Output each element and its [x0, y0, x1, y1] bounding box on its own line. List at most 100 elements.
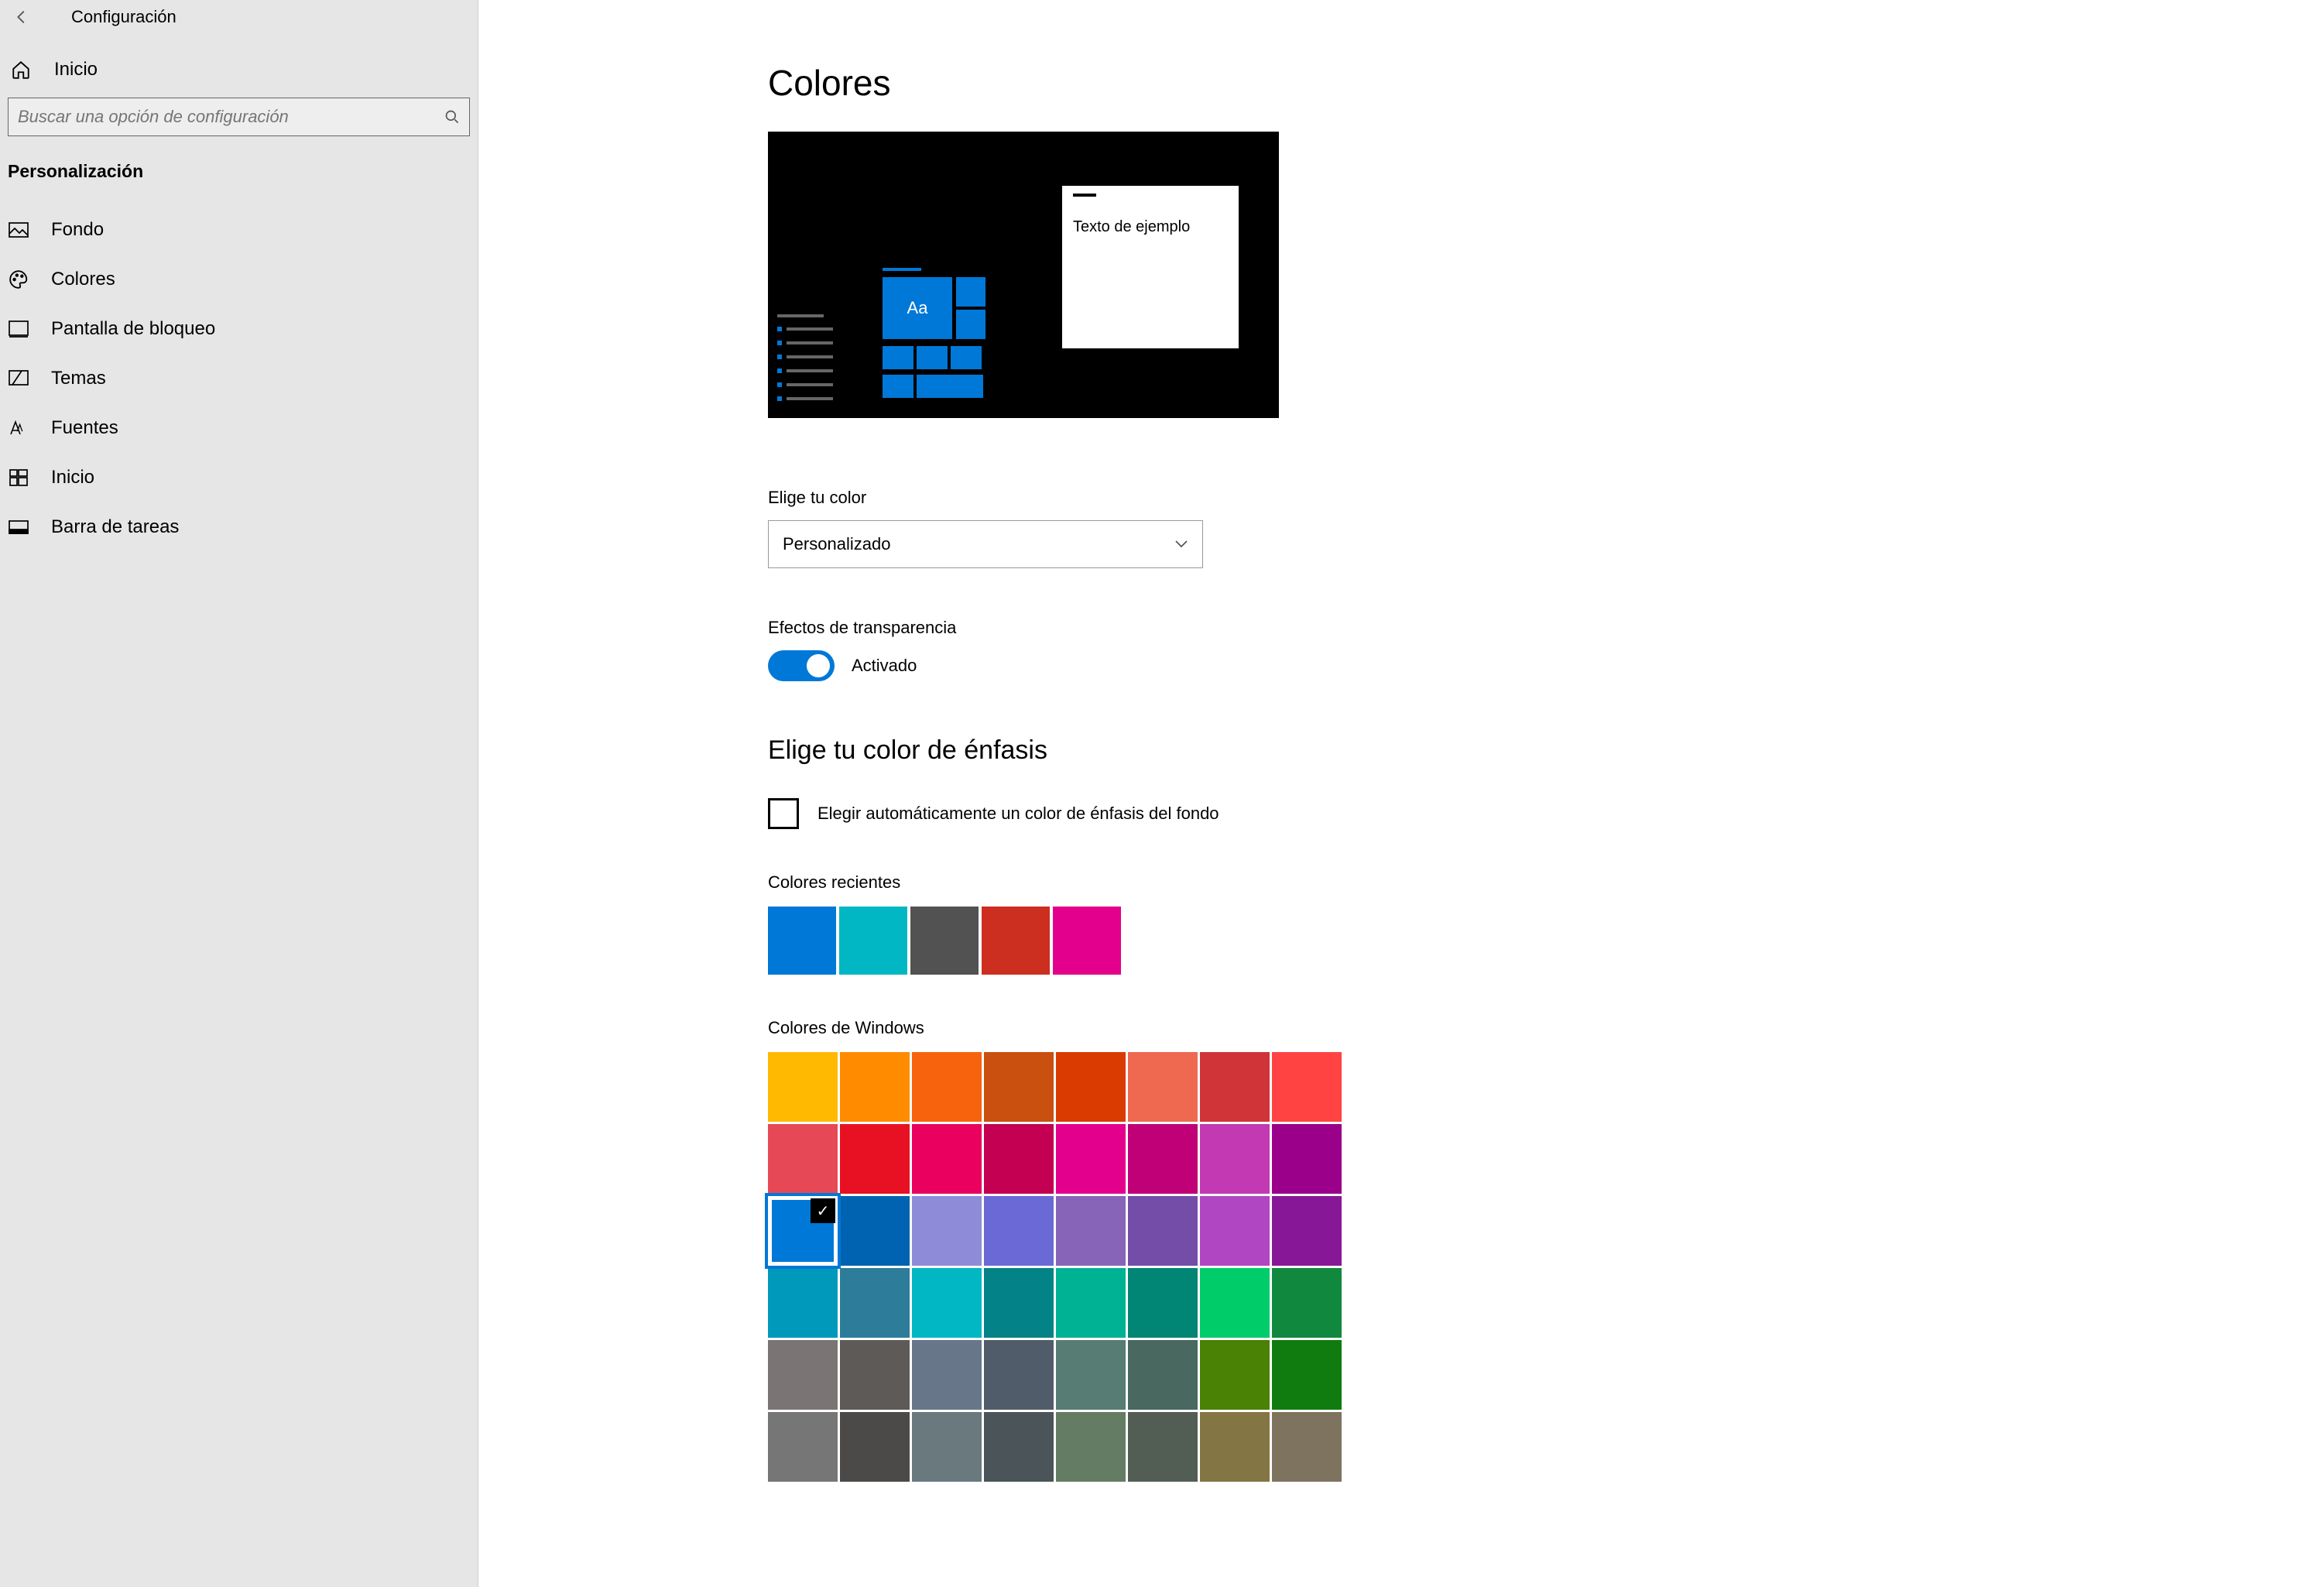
preview-sample-text: Texto de ejemplo	[1062, 197, 1239, 236]
windows-color-swatch[interactable]	[1128, 1268, 1198, 1338]
windows-color-swatch[interactable]	[1128, 1196, 1198, 1266]
windows-color-swatch[interactable]	[912, 1340, 982, 1410]
fonts-icon	[8, 417, 29, 439]
sidebar-item-fuentes[interactable]: Fuentes	[0, 403, 478, 453]
windows-color-swatch[interactable]	[840, 1124, 910, 1194]
windows-color-swatch[interactable]	[1056, 1412, 1126, 1482]
windows-color-swatch[interactable]	[984, 1412, 1054, 1482]
picture-icon	[8, 219, 29, 241]
home-label: Inicio	[54, 59, 98, 81]
palette-icon	[8, 269, 29, 290]
windows-color-swatch[interactable]	[1200, 1340, 1270, 1410]
windows-color-swatch[interactable]	[912, 1268, 982, 1338]
windows-color-swatch[interactable]	[1200, 1412, 1270, 1482]
main-content: Colores Aa Texto de ejemplo	[478, 0, 2324, 1587]
windows-color-swatch[interactable]	[984, 1052, 1054, 1122]
recent-color-swatch[interactable]	[982, 907, 1050, 975]
search-input[interactable]	[18, 107, 444, 127]
sidebar-item-label: Temas	[51, 368, 106, 389]
windows-color-swatch[interactable]	[1056, 1052, 1126, 1122]
sidebar-item-label: Pantalla de bloqueo	[51, 318, 215, 340]
recent-colors-row	[768, 907, 2324, 975]
windows-color-swatch[interactable]	[840, 1412, 910, 1482]
windows-color-swatch[interactable]	[1128, 1412, 1198, 1482]
choose-color-label: Elige tu color	[768, 488, 2324, 508]
windows-color-swatch[interactable]	[1272, 1268, 1342, 1338]
windows-color-swatch[interactable]	[984, 1124, 1054, 1194]
transparency-toggle[interactable]	[768, 650, 835, 681]
recent-color-swatch[interactable]	[910, 907, 979, 975]
search-input-container[interactable]	[8, 98, 470, 136]
transparency-label: Efectos de transparencia	[768, 618, 2324, 638]
windows-colors-label: Colores de Windows	[768, 1018, 2324, 1038]
windows-color-swatch[interactable]	[912, 1052, 982, 1122]
windows-color-swatch[interactable]	[912, 1196, 982, 1266]
lockscreen-icon	[8, 318, 29, 340]
windows-color-swatch[interactable]	[1056, 1196, 1126, 1266]
windows-color-swatch[interactable]	[984, 1268, 1054, 1338]
home-icon	[11, 60, 31, 80]
windows-color-swatch[interactable]	[1200, 1196, 1270, 1266]
accent-heading: Elige tu color de énfasis	[768, 735, 2324, 766]
sidebar-item-temas[interactable]: Temas	[0, 354, 478, 403]
windows-color-swatch[interactable]	[1128, 1052, 1198, 1122]
windows-color-swatch[interactable]	[768, 1268, 838, 1338]
windows-color-swatch[interactable]	[1128, 1340, 1198, 1410]
sidebar-item-pantalla-bloqueo[interactable]: Pantalla de bloqueo	[0, 304, 478, 354]
windows-color-swatch[interactable]	[912, 1412, 982, 1482]
windows-color-swatch[interactable]	[840, 1268, 910, 1338]
windows-color-swatch[interactable]	[1056, 1124, 1126, 1194]
windows-color-swatch[interactable]	[1128, 1124, 1198, 1194]
auto-accent-checkbox[interactable]	[768, 798, 799, 829]
page-title: Colores	[768, 62, 2324, 104]
sidebar-item-label: Fuentes	[51, 417, 118, 439]
windows-color-swatch[interactable]	[840, 1340, 910, 1410]
windows-color-swatch[interactable]	[1056, 1268, 1126, 1338]
recent-colors-label: Colores recientes	[768, 872, 2324, 893]
windows-color-swatch[interactable]	[768, 1340, 838, 1410]
windows-color-swatch[interactable]	[840, 1052, 910, 1122]
sidebar-item-fondo[interactable]: Fondo	[0, 205, 478, 255]
windows-color-swatch[interactable]	[768, 1412, 838, 1482]
windows-color-swatch[interactable]	[768, 1052, 838, 1122]
windows-color-swatch[interactable]	[1272, 1412, 1342, 1482]
windows-color-swatch[interactable]	[984, 1340, 1054, 1410]
sidebar-item-inicio[interactable]: Inicio	[0, 453, 478, 502]
check-icon: ✓	[811, 1198, 835, 1223]
back-icon[interactable]	[11, 6, 33, 28]
search-icon	[444, 109, 460, 125]
sidebar-item-barra-tareas[interactable]: Barra de tareas	[0, 502, 478, 552]
taskbar-icon	[8, 516, 29, 538]
preview-tile-text: Aa	[883, 277, 952, 339]
windows-color-swatch[interactable]	[840, 1196, 910, 1266]
windows-color-swatch[interactable]	[1272, 1196, 1342, 1266]
home-link[interactable]: Inicio	[0, 42, 478, 98]
windows-color-swatch[interactable]	[768, 1124, 838, 1194]
sidebar-item-label: Colores	[51, 269, 115, 290]
section-title: Personalización	[0, 156, 478, 205]
windows-color-swatch[interactable]: ✓	[768, 1196, 838, 1266]
color-mode-dropdown[interactable]: Personalizado	[768, 520, 1203, 568]
recent-color-swatch[interactable]	[839, 907, 907, 975]
sidebar-item-label: Fondo	[51, 219, 104, 241]
start-icon	[8, 467, 29, 488]
dropdown-value: Personalizado	[783, 534, 890, 554]
windows-color-swatch[interactable]	[912, 1124, 982, 1194]
recent-color-swatch[interactable]	[1053, 907, 1121, 975]
windows-color-swatch[interactable]	[984, 1196, 1054, 1266]
auto-accent-label: Elegir automáticamente un color de énfas…	[818, 804, 1219, 824]
recent-color-swatch[interactable]	[768, 907, 836, 975]
windows-color-swatch[interactable]	[1272, 1340, 1342, 1410]
toggle-state-label: Activado	[852, 656, 917, 676]
windows-color-swatch[interactable]	[1200, 1124, 1270, 1194]
windows-color-swatch[interactable]	[1272, 1124, 1342, 1194]
sidebar: Configuración Inicio Personalización Fon…	[0, 0, 478, 1587]
windows-color-swatch[interactable]	[1200, 1052, 1270, 1122]
windows-color-swatch[interactable]	[1056, 1340, 1126, 1410]
windows-color-swatch[interactable]	[1200, 1268, 1270, 1338]
windows-color-swatch[interactable]	[1272, 1052, 1342, 1122]
header-title: Configuración	[71, 7, 177, 27]
color-preview: Aa Texto de ejemplo	[768, 132, 1279, 418]
sidebar-item-label: Inicio	[51, 467, 94, 488]
sidebar-item-colores[interactable]: Colores	[0, 255, 478, 304]
